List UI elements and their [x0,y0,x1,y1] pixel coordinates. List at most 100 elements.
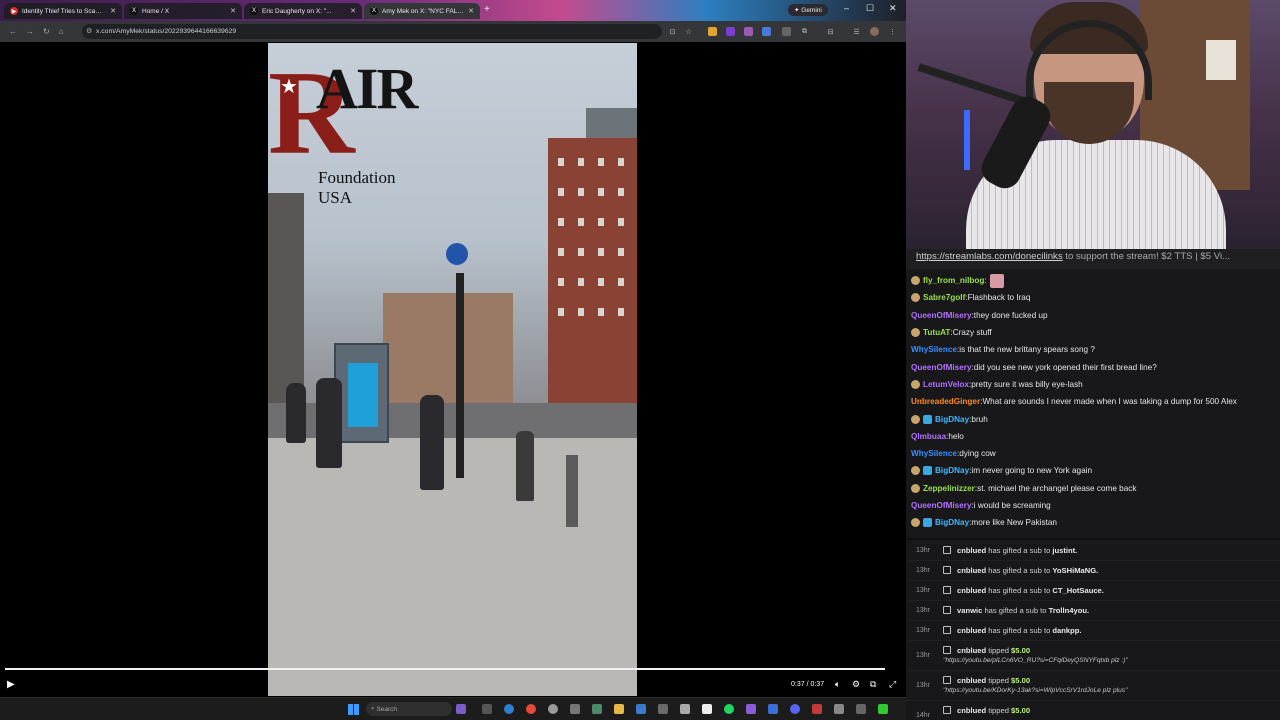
gift-sub-event: 13hr cnblued has gifted a sub to YoSHiMaN… [906,561,1280,581]
tab-0[interactable]: ▶ Identity Thief Tries to Scam $4... ✕ [4,3,122,19]
puzzle-icon[interactable]: ⧉ [800,27,809,36]
profile-avatar[interactable] [870,27,879,36]
chat-username[interactable]: BigDNay [935,518,969,527]
tip-message[interactable]: "https://youtu.be/KDorKy-13ak?si=WlpVccS… [943,687,1127,694]
event-user: cnblued [957,676,987,685]
tab-3-active[interactable]: X Amy Mek on X: "NYC FALL... ✕ [364,3,480,19]
play-icon[interactable]: ▶ [7,679,15,690]
chat-username[interactable]: LetumVelox [923,380,969,389]
video-controls: ▶ 0:37 / 0:37 🔈︎ ⚙ ⧉ ⤢ [0,672,906,697]
edge-icon[interactable] [504,704,514,714]
event-text: cnblued tipped $5.00 [957,646,1030,655]
close-icon[interactable]: ✕ [468,7,474,15]
extension-icon[interactable] [762,27,771,36]
app-icon[interactable] [768,704,778,714]
chat-username[interactable]: fly_from_nilbog [923,276,984,285]
chat-text: they done fucked up [973,310,1048,320]
app-icon[interactable] [592,704,602,714]
event-time: 13hr [916,587,931,594]
chat-username[interactable]: TutuAT [923,328,950,337]
gift-icon [943,546,951,554]
event-user: cnblued [957,546,987,555]
chat-username[interactable]: BigDNay [935,466,969,475]
ticker-link[interactable]: https://streamlabs.com/donecilinks [916,251,1063,262]
app-icon[interactable] [812,704,822,714]
chat-username[interactable]: WhySilence [911,345,957,354]
discord-icon[interactable] [790,704,800,714]
event-target: justint. [1052,546,1078,555]
tab-search-icon[interactable]: ☰ [852,27,861,36]
chat-text: Crazy stuff [952,328,992,338]
address-bar[interactable]: ⚙ x.com/AmyMek/status/202293964416663962… [82,24,662,39]
chat-username[interactable]: BigDNay [935,415,969,424]
site-info-icon[interactable]: ⚙ [86,27,92,35]
chat-badge-icon [911,466,920,476]
chat-username[interactable]: WhySilence [911,449,957,458]
chat-username[interactable]: QueenOfMisery [911,501,972,510]
app-icon[interactable] [636,704,646,714]
video-player[interactable]: R ★ AIR Foundation USA [0,42,906,697]
app-icon[interactable] [878,704,888,714]
split-view-icon[interactable]: ⊟ [826,27,835,36]
tip-amount: $5.00 [1011,676,1031,685]
chrome-icon[interactable] [526,704,536,714]
app-icon[interactable] [834,704,844,714]
close-icon[interactable]: ✕ [230,7,236,15]
event-time: 14hr [916,712,931,719]
tab-2[interactable]: X Eric Daugherty on X: "... ✕ [244,3,362,19]
tip-message[interactable]: "https://youtu.be/pILCn6VO_RU?si=CFqlDey… [943,657,1128,664]
volume-icon[interactable]: 🔈︎ [835,679,840,690]
install-icon[interactable]: ⊡ [668,27,677,36]
minimize-icon[interactable]: – [844,3,849,13]
chat-username[interactable]: Qlmbuaa [911,432,946,441]
event-user: cnblued [957,566,987,575]
close-icon[interactable]: ✕ [350,7,356,15]
maximize-icon[interactable]: ☐ [866,3,874,14]
close-icon[interactable]: ✕ [110,7,116,15]
pip-icon[interactable]: ⧉ [870,679,876,690]
more-menu-icon[interactable]: ⋮ [888,27,897,36]
x-logo-icon: X [370,7,378,15]
home-icon[interactable]: ⌂ [59,27,64,36]
chat-username[interactable]: Zeppelinizzer [923,484,975,493]
app-icon[interactable] [702,704,712,714]
fullscreen-icon[interactable]: ⤢ [889,679,896,690]
app-icon[interactable] [570,704,580,714]
folder-icon[interactable] [614,704,624,714]
spotify-icon[interactable] [724,704,734,714]
reload-icon[interactable]: ↻ [43,27,50,36]
chat-username[interactable]: QueenOfMisery [911,311,972,320]
forward-arrow-icon[interactable]: → [26,27,34,36]
tip-event: 14hr cnblued tipped $5.00 [906,701,1280,720]
windows-start-icon[interactable] [348,704,359,715]
app-icon[interactable] [856,704,866,714]
event-action: tipped [986,646,1012,655]
extension-icon[interactable] [744,27,753,36]
sub-badge-icon [923,414,932,424]
extension-icon[interactable] [708,27,717,36]
extension-icon[interactable] [782,27,791,36]
app-icon[interactable] [548,704,558,714]
video-frame[interactable]: R ★ AIR Foundation USA [268,43,637,696]
app-icon[interactable] [456,704,466,714]
taskbar-search[interactable]: ⌕ Search [366,702,452,716]
chat-username[interactable]: QueenOfMisery [911,363,972,372]
window-close-icon[interactable]: ✕ [889,3,897,14]
tab-1[interactable]: X Home / X ✕ [124,3,242,19]
extension-icon[interactable] [726,27,735,36]
stream-chat: https://streamlabs.com/donecilinks to su… [906,249,1280,720]
gemini-button[interactable]: ✦ Gemini [788,4,828,16]
app-icon[interactable] [482,704,492,714]
chat-username[interactable]: Sabre7golf [923,293,965,302]
app-icon[interactable] [658,704,668,714]
settings-gear-icon[interactable]: ⚙ [852,679,860,690]
chat-message: BigDNay: im never going to new York agai… [906,462,1280,479]
event-text: vanwic has gifted a sub to Trolln4you. [957,606,1089,615]
chat-username[interactable]: UnbreadedGinger [911,397,980,406]
video-progress-bar[interactable] [5,668,885,670]
bookmark-star-icon[interactable]: ☆ [684,27,693,36]
new-tab-button[interactable]: + [484,4,490,15]
app-icon[interactable] [746,704,756,714]
back-arrow-icon[interactable]: ← [9,27,17,36]
app-icon[interactable] [680,704,690,714]
